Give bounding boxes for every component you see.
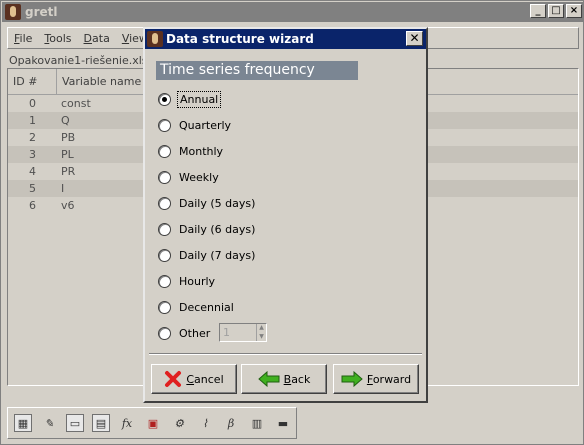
radio-button[interactable] [158, 300, 171, 314]
settings-icon[interactable]: ⚙ [170, 414, 188, 432]
radio-label[interactable]: Monthly [177, 144, 225, 159]
row-name: const [61, 97, 91, 110]
menu-tools[interactable]: Tools [38, 32, 77, 45]
radio-label[interactable]: Annual [177, 90, 222, 108]
section-heading: Time series frequency [156, 61, 358, 80]
radio-button[interactable] [158, 92, 171, 106]
row-name: Q [61, 114, 70, 127]
calculator-icon[interactable]: ▦ [14, 414, 32, 432]
row-id: 1 [29, 114, 36, 127]
main-window-title: gretl [25, 5, 58, 19]
chart-icon[interactable]: ⌇ [196, 414, 214, 432]
pdf-icon[interactable]: ▣ [144, 414, 162, 432]
back-button[interactable]: Back [241, 364, 327, 394]
row-id: 3 [29, 148, 36, 161]
radio-other[interactable]: Other [158, 324, 212, 342]
radio-label[interactable]: Hourly [177, 274, 217, 289]
radio-label[interactable]: Daily (7 days) [177, 248, 257, 263]
spinner-buttons: ▲ ▼ [256, 324, 266, 341]
radio-button[interactable] [158, 118, 171, 132]
table-icon[interactable]: ▤ [92, 414, 110, 432]
dialog-close-button[interactable]: ✕ [406, 31, 423, 46]
row-id: 6 [29, 199, 36, 212]
folder-icon[interactable]: ▬ [274, 414, 292, 432]
function-icon[interactable]: fx [118, 414, 136, 432]
arrow-right-icon [341, 371, 363, 387]
radio-daily-5[interactable]: Daily (5 days) [158, 194, 257, 212]
radio-label[interactable]: Other [177, 326, 212, 341]
radio-daily-7[interactable]: Daily (7 days) [158, 246, 257, 264]
row-name: PL [61, 148, 74, 161]
close-button[interactable]: × [566, 4, 582, 18]
dialog-title: Data structure wizard [166, 32, 314, 46]
other-frequency-spinner[interactable]: 1 ▲ ▼ [219, 323, 267, 342]
spinner-value[interactable]: 1 [220, 324, 256, 341]
main-titlebar: gretl _ □ × [2, 2, 584, 22]
radio-decennial[interactable]: Decennial [158, 298, 236, 316]
radio-quarterly[interactable]: Quarterly [158, 116, 233, 134]
window-controls: _ □ × [530, 4, 582, 18]
radio-button[interactable] [158, 248, 171, 262]
radio-label[interactable]: Daily (5 days) [177, 196, 257, 211]
radio-button[interactable] [158, 196, 171, 210]
dataset-filename: Opakovanie1-riešenie.xls [9, 54, 148, 67]
radio-daily-6[interactable]: Daily (6 days) [158, 220, 257, 238]
cancel-label: Cancel [186, 372, 224, 386]
forward-button[interactable]: Forward [333, 364, 419, 394]
radio-label[interactable]: Quarterly [177, 118, 233, 133]
radio-button[interactable] [158, 326, 171, 340]
row-name: I [61, 182, 65, 195]
notes-icon[interactable]: ▥ [248, 414, 266, 432]
radio-monthly[interactable]: Monthly [158, 142, 225, 160]
radio-button[interactable] [158, 170, 171, 184]
row-id: 5 [29, 182, 36, 195]
minimize-button[interactable]: _ [530, 4, 546, 18]
radio-button[interactable] [158, 222, 171, 236]
row-id: 2 [29, 131, 36, 144]
row-id: 4 [29, 165, 36, 178]
bottom-toolbar: ▦ ✎ ▭ ▤ fx ▣ ⚙ ⌇ β ▥ ▬ [7, 407, 297, 439]
radio-annual[interactable]: Annual [158, 90, 222, 108]
maximize-button[interactable]: □ [548, 4, 564, 18]
forward-label: Forward [366, 372, 412, 386]
arrow-left-icon [257, 371, 280, 387]
gretl-logo-icon [147, 31, 163, 47]
radio-hourly[interactable]: Hourly [158, 272, 217, 290]
row-name: PB [61, 131, 76, 144]
radio-label[interactable]: Weekly [177, 170, 221, 185]
window-icon[interactable]: ▭ [66, 414, 84, 432]
data-structure-wizard-dialog: Data structure wizard ✕ Time series freq… [143, 27, 428, 403]
row-id: 0 [29, 97, 36, 110]
row-name: PR [61, 165, 76, 178]
edit-icon[interactable]: ✎ [40, 414, 58, 432]
menu-data[interactable]: Data [78, 32, 116, 45]
spinner-down-icon[interactable]: ▼ [257, 333, 266, 342]
button-separator [149, 353, 422, 355]
radio-label[interactable]: Daily (6 days) [177, 222, 257, 237]
menu-file[interactable]: File [8, 32, 38, 45]
radio-weekly[interactable]: Weekly [158, 168, 221, 186]
row-name: v6 [61, 199, 75, 212]
dialog-titlebar: Data structure wizard ✕ [145, 29, 426, 49]
cancel-icon [165, 371, 182, 387]
column-header-name[interactable]: Variable name [57, 69, 147, 94]
cancel-button[interactable]: Cancel [151, 364, 237, 394]
back-label: Back [283, 372, 311, 386]
column-header-id[interactable]: ID # [8, 69, 57, 94]
gretl-logo-icon [5, 4, 21, 20]
radio-label[interactable]: Decennial [177, 300, 236, 315]
spinner-up-icon[interactable]: ▲ [257, 324, 266, 333]
radio-button[interactable] [158, 274, 171, 288]
beta-icon[interactable]: β [222, 414, 240, 432]
radio-button[interactable] [158, 144, 171, 158]
